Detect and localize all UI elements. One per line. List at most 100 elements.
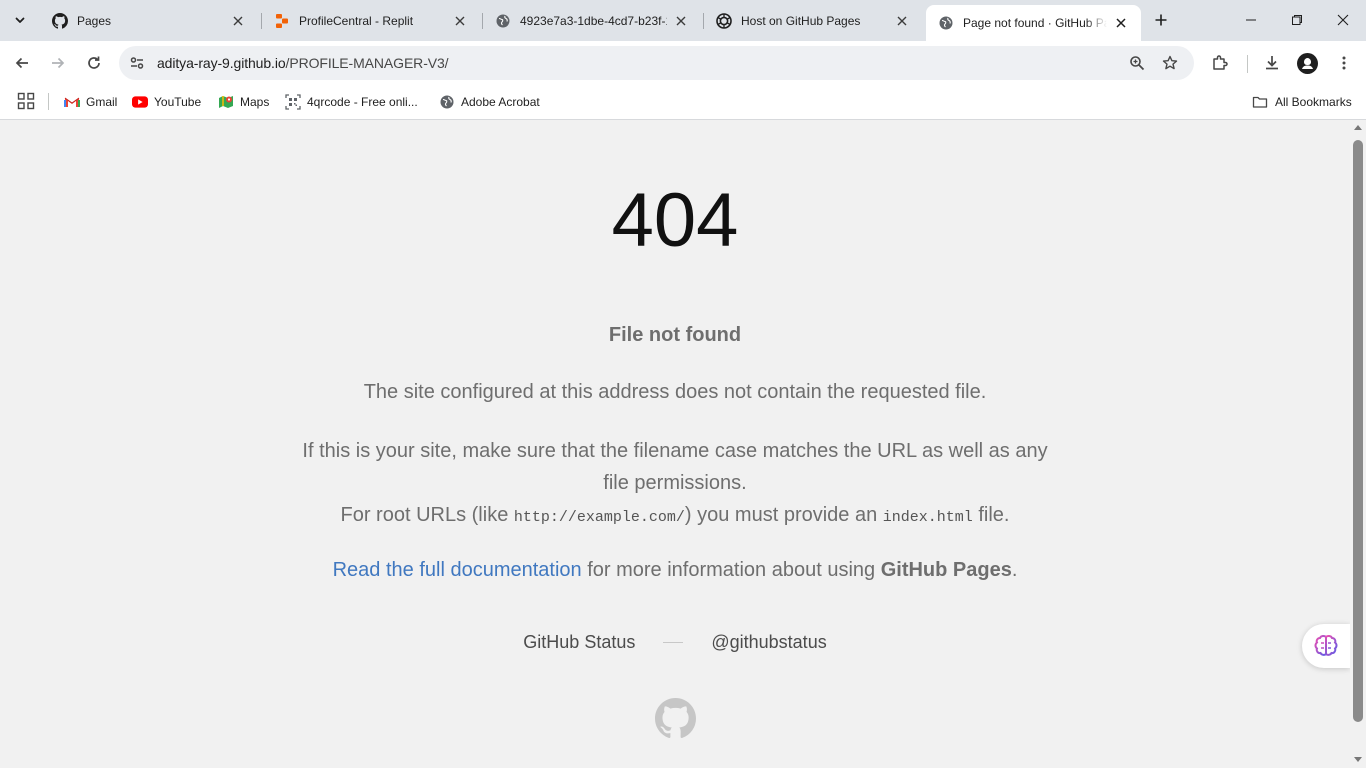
link-separator [663,642,684,643]
close-window-button[interactable] [1320,0,1366,40]
github-octocat-icon[interactable] [655,698,696,739]
page-viewport: 404 File not found The site configured a… [0,121,1350,768]
tab-search-button[interactable] [7,8,33,32]
help-line-2a: For root URLs (like [340,504,514,526]
example-url-code: http://example.com/ [513,509,685,526]
scroll-thumb[interactable] [1353,140,1363,722]
bookmark-label: Gmail [86,95,118,109]
extensions-button[interactable] [1204,47,1236,79]
help-line-2b: ) you must provide an [684,504,883,526]
apps-icon[interactable] [17,92,35,110]
footer-links: GitHub Status @githubstatus [0,632,1350,653]
bookmarks-bar: Gmail YouTube Maps 4qrcode - Free onli..… [0,85,1366,120]
tab-replit[interactable]: ProfileCentral - Replit [262,5,480,36]
globe-icon [495,13,511,29]
tab-title: Host on GitHub Pages [741,13,861,28]
close-icon[interactable] [673,13,689,29]
toolbar-divider [1247,55,1248,73]
site-info-button[interactable] [124,50,150,76]
download-icon [1266,56,1278,70]
scroll-down-arrow-icon[interactable] [1354,757,1362,762]
address-bar[interactable]: aditya-ray-9.github.io/PROFILE-MANAGER-V… [119,46,1194,80]
bookmark-star-button[interactable] [1157,50,1183,76]
close-icon [1337,14,1349,26]
back-button[interactable] [6,47,38,79]
tab-host-on-github-pages[interactable]: Host on GitHub Pages [704,5,922,36]
github-icon [52,12,68,29]
bookmark-adobe-acrobat[interactable]: Adobe Acrobat [439,91,540,113]
close-icon[interactable] [452,13,468,29]
arrow-left-icon [15,57,28,69]
tab-strip: Pages ProfileCentral - Replit 4923e7a3-1… [0,0,1366,41]
tab-title: ProfileCentral - Replit [299,13,414,28]
githubstatus-twitter-link[interactable]: @githubstatus [711,632,826,653]
star-icon [1162,55,1178,70]
downloads-button[interactable] [1256,47,1288,79]
all-bookmarks-button[interactable]: All Bookmarks [1252,91,1352,113]
bookmarks-separator [48,93,49,110]
new-tab-button[interactable] [1148,8,1174,32]
tab-title: Pages [77,13,112,28]
error-code: 404 [611,178,739,263]
replit-icon [274,13,290,29]
chatgpt-icon [716,12,732,29]
documentation-link[interactable]: Read the full documentation [333,559,582,581]
restore-icon [1292,15,1302,25]
vertical-scrollbar[interactable] [1350,121,1366,768]
documentation-end: . [1011,559,1018,581]
avatar-icon [1302,58,1313,69]
ai-assistant-button[interactable] [1302,624,1350,668]
globe-icon [938,15,954,31]
bookmark-label: YouTube [154,95,202,109]
tab-uuid[interactable]: 4923e7a3-1dbe-4cd7-b23f-1 [483,5,701,36]
reload-button[interactable] [78,47,110,79]
maps-icon [218,94,234,110]
brain-icon [1314,634,1338,656]
help-line-1: If this is your site, make sure that the… [302,440,1048,494]
index-html-code: index.html [882,509,973,526]
zoom-button[interactable] [1124,50,1150,76]
bookmark-maps[interactable]: Maps [218,91,269,113]
url-path: /PROFILE-MANAGER-V3/ [285,55,449,71]
globe-icon [439,94,455,110]
close-icon[interactable] [894,13,910,29]
tab-pages[interactable]: Pages [40,5,258,36]
bookmark-label: Maps [240,95,270,109]
minimize-button[interactable] [1228,0,1274,40]
bookmark-gmail[interactable]: Gmail [64,91,117,113]
more-vert-icon [1342,56,1346,70]
url-text[interactable]: aditya-ray-9.github.io/PROFILE-MANAGER-V… [157,55,449,71]
youtube-icon [132,94,148,110]
tab-title: 4923e7a3-1dbe-4cd7-b23f-1 [520,13,667,28]
github-pages-strong: GitHub Pages [880,559,1012,581]
url-host: aditya-ray-9.github.io [157,55,286,71]
close-icon[interactable] [1113,15,1129,31]
documentation-text: Read the full documentation for more inf… [0,559,1350,582]
tab-page-not-found[interactable]: Page not found · GitHub Pag [926,5,1141,41]
bookmark-label: 4qrcode - Free onli... [307,95,418,109]
chevron-down-icon [15,17,25,23]
bookmark-label: Adobe Acrobat [461,95,540,109]
help-line-2c: file. [972,504,1010,526]
bookmark-youtube[interactable]: YouTube [132,91,201,113]
github-status-link[interactable]: GitHub Status [523,632,635,653]
minimize-icon [1246,19,1256,21]
bookmark-4qrcode[interactable]: 4qrcode - Free onli... [285,91,418,113]
restore-button[interactable] [1274,0,1320,40]
zoom-icon [1130,56,1145,71]
tab-title: Page not found · GitHub Pag [963,16,1107,30]
folder-icon [1252,94,1268,110]
profile-avatar[interactable] [1297,53,1318,74]
arrow-right-icon [52,57,65,69]
error-description: The site configured at this address does… [363,381,987,403]
qrcode-icon [285,94,301,110]
menu-button[interactable] [1328,47,1360,79]
all-bookmarks-label: All Bookmarks [1275,95,1352,109]
forward-button[interactable] [42,47,74,79]
error-heading: File not found [608,324,742,346]
gmail-icon [64,94,80,110]
scroll-up-arrow-icon[interactable] [1354,125,1362,130]
puzzle-icon [1213,55,1228,70]
close-icon[interactable] [230,13,246,29]
plus-icon [1155,14,1167,26]
